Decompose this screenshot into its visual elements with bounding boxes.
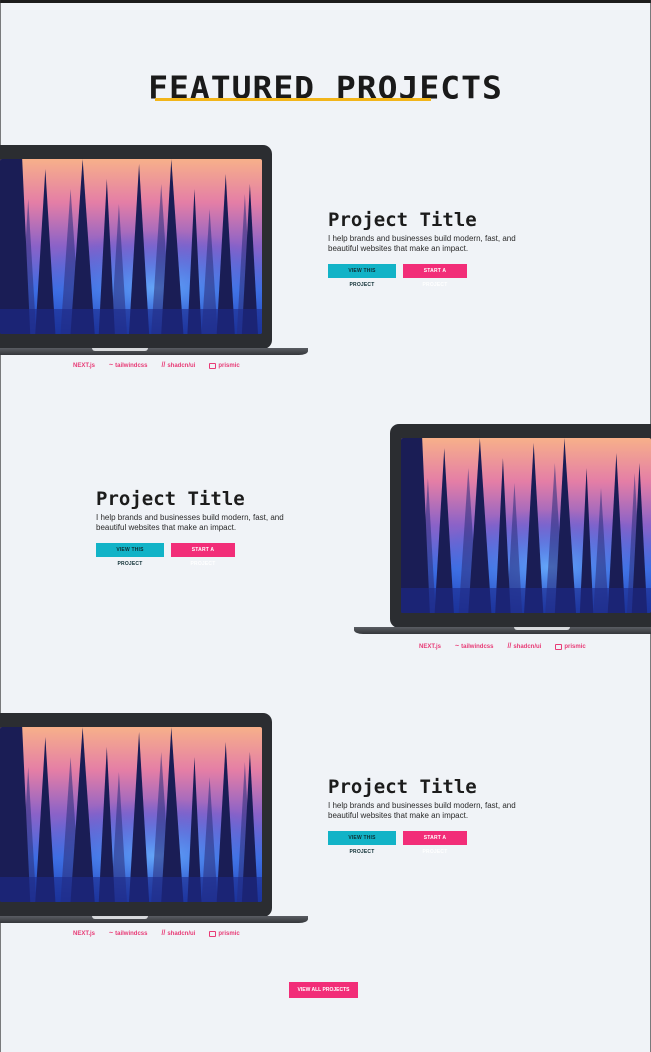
laptop-mockup	[0, 713, 308, 923]
laptop-mockup	[354, 424, 651, 634]
tech-shadcn: //shadcn/ui	[507, 643, 542, 650]
project-description: I help brands and businesses build moder…	[328, 801, 516, 820]
view-all-projects-button[interactable]: VIEW ALL PROJECTS	[289, 982, 358, 998]
tech-stack: NEXT.js ~ tailwindcss //shadcn/ui prismic	[73, 930, 240, 937]
title-underline	[155, 98, 431, 101]
tech-shadcn: //shadcn/ui	[161, 362, 196, 369]
project-card-3: NEXT.js ~ tailwindcss //shadcn/ui prismic…	[0, 713, 651, 953]
view-project-button[interactable]: VIEW THIS PROJECT	[328, 264, 396, 288]
laptop-base	[0, 348, 308, 355]
view-project-button[interactable]: VIEW THIS PROJECT	[328, 831, 396, 855]
project-card-1: NEXT.js ~ tailwindcss //shadcn/ui prismic…	[0, 145, 651, 385]
project-description: I help brands and businesses build moder…	[328, 234, 516, 253]
laptop-notch	[514, 627, 570, 630]
project-info: Project Title I help brands and business…	[328, 776, 548, 855]
tech-nextjs: NEXT.js	[419, 643, 442, 650]
project-title: Project Title	[328, 209, 477, 231]
tech-nextjs: NEXT.js	[73, 930, 96, 937]
prismic-icon	[209, 930, 217, 937]
tech-stack: NEXT.js ~ tailwindcss //shadcn/ui prismic	[419, 643, 586, 650]
prismic-icon	[209, 362, 217, 369]
tech-prismic: prismic	[209, 930, 240, 937]
tech-nextjs: NEXT.js	[73, 362, 96, 369]
start-project-button[interactable]: START A PROJECT	[171, 543, 235, 567]
project-info: Project Title I help brands and business…	[328, 209, 548, 288]
tech-shadcn: //shadcn/ui	[161, 930, 196, 937]
project-info: Project Title I help brands and business…	[96, 488, 316, 567]
tech-tailwind: ~ tailwindcss	[109, 930, 148, 937]
laptop-base	[354, 627, 651, 634]
project-screenshot[interactable]	[0, 159, 262, 334]
prismic-icon	[555, 643, 563, 650]
start-project-button[interactable]: START A PROJECT	[403, 831, 467, 855]
tech-tailwind: ~ tailwindcss	[455, 643, 494, 650]
tech-tailwind: ~ tailwindcss	[109, 362, 148, 369]
laptop-base	[0, 916, 308, 923]
laptop-mockup	[0, 145, 308, 355]
laptop-notch	[92, 348, 148, 351]
tech-prismic: prismic	[209, 362, 240, 369]
project-card-2: NEXT.js ~ tailwindcss //shadcn/ui prismic…	[0, 424, 651, 664]
project-description: I help brands and businesses build moder…	[96, 513, 284, 532]
top-border	[0, 0, 651, 3]
tech-prismic: prismic	[555, 643, 586, 650]
project-screenshot[interactable]	[401, 438, 651, 613]
project-title: Project Title	[328, 776, 477, 798]
tech-stack: NEXT.js ~ tailwindcss //shadcn/ui prismic	[73, 362, 240, 369]
laptop-notch	[92, 916, 148, 919]
project-title: Project Title	[96, 488, 245, 510]
start-project-button[interactable]: START A PROJECT	[403, 264, 467, 288]
view-project-button[interactable]: VIEW THIS PROJECT	[96, 543, 164, 567]
project-screenshot[interactable]	[0, 727, 262, 902]
